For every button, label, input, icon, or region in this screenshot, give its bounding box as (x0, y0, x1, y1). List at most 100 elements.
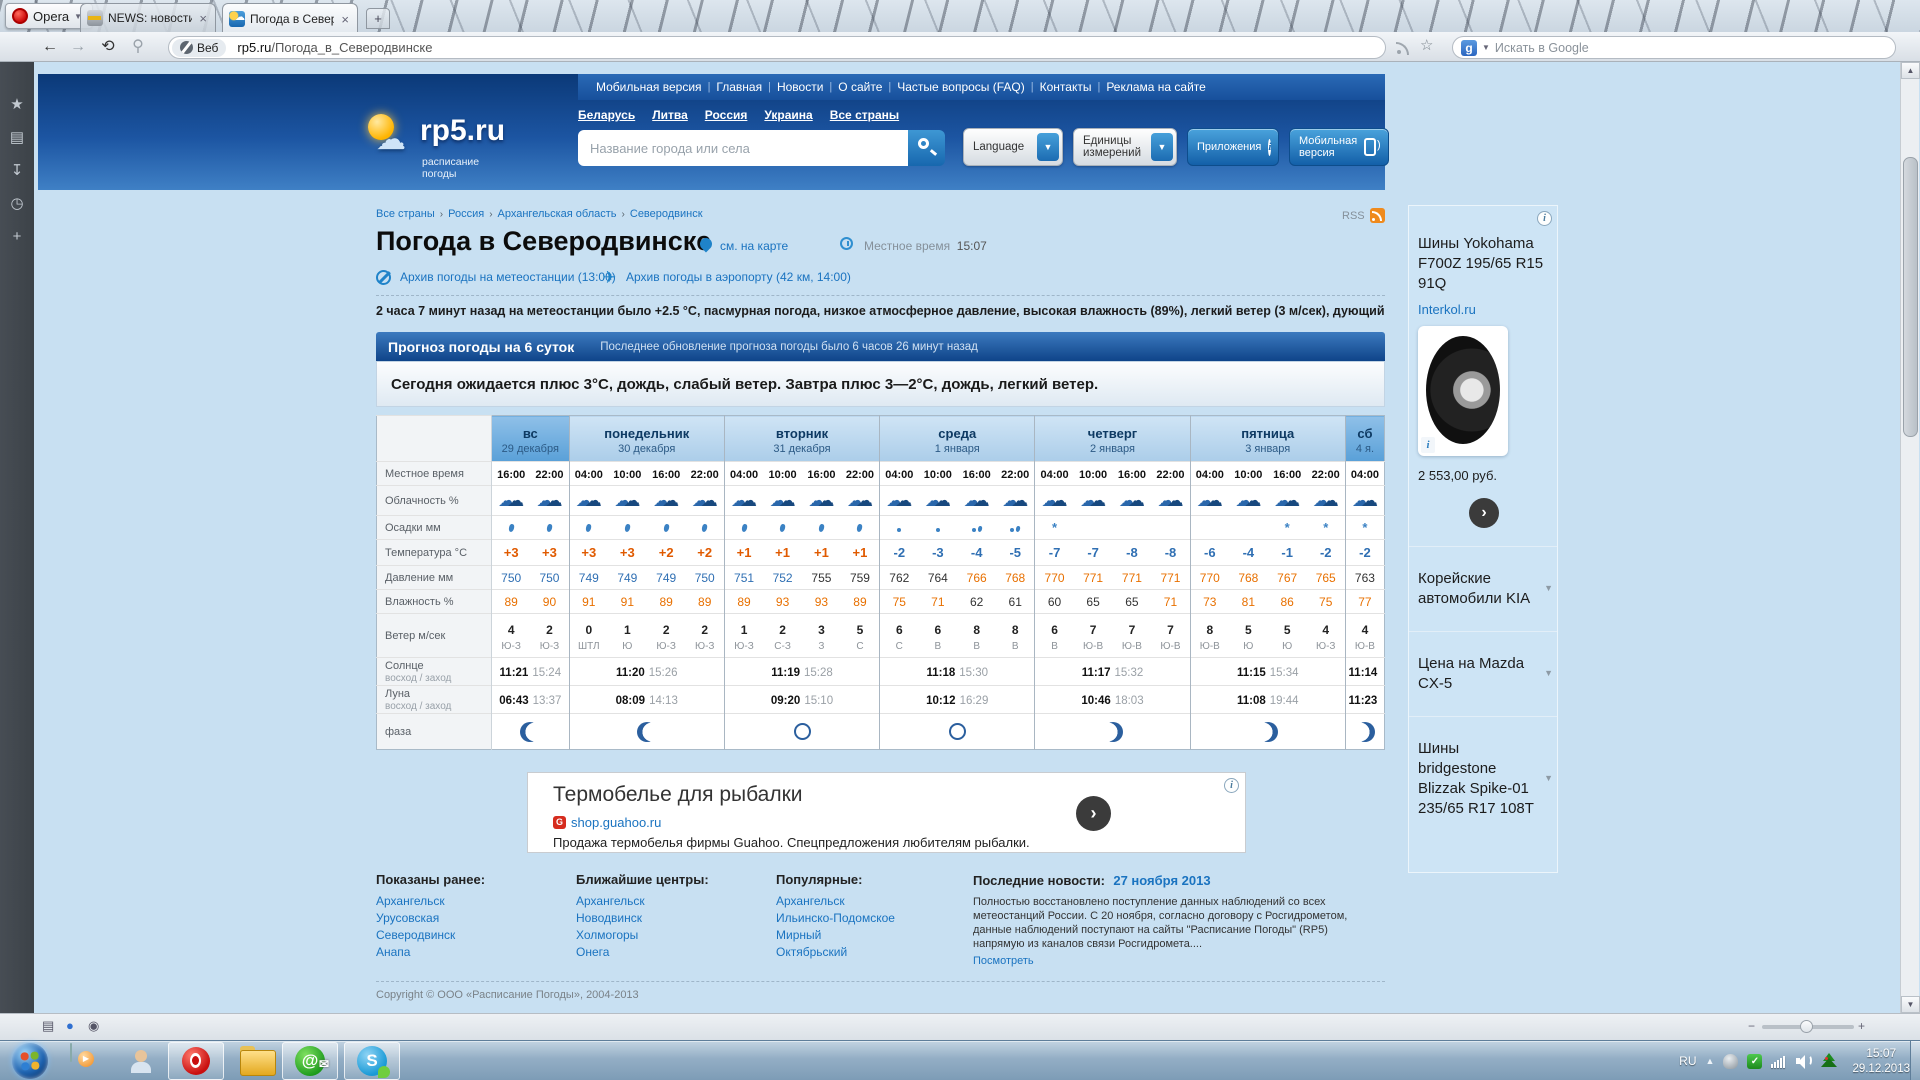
language-indicator[interactable]: RU (1679, 1054, 1696, 1068)
taskbar-mail-agent-button[interactable]: @ (282, 1042, 338, 1080)
breadcrumb-link[interactable]: Северодвинск (630, 208, 703, 220)
news-date-link[interactable]: 27 ноября 2013 (1113, 873, 1210, 888)
taskbar-media-player-icon[interactable] (70, 1043, 72, 1062)
rss-icon[interactable] (1396, 41, 1410, 55)
zoom-slider[interactable] (1762, 1025, 1854, 1029)
zoom-in-icon[interactable]: + (1858, 1019, 1865, 1033)
airport-archive-link[interactable]: Архив погоды в аэропорту (42 км, 14:00) (626, 270, 851, 284)
sidebar-ad-item[interactable]: Цена на Mazda CX-5▼ (1409, 631, 1557, 716)
tray-expand-icon[interactable]: ▲ (1706, 1056, 1715, 1066)
bookmarks-panel-icon[interactable]: ★ (0, 88, 34, 121)
web-search-field[interactable]: g ▼ (1452, 36, 1896, 59)
browser-tab[interactable]: Погода в Северо...× (222, 3, 358, 34)
footer-link[interactable]: Анапа (376, 944, 576, 961)
network-signal-icon[interactable] (1771, 1055, 1787, 1068)
zoom-slider-thumb[interactable] (1800, 1020, 1813, 1033)
rss-icon[interactable] (1370, 208, 1385, 223)
top-menu-item[interactable]: Мобильная версия (596, 80, 702, 94)
banner-link[interactable]: shop.guahoo.ru (571, 815, 661, 830)
footer-link[interactable]: Урусовская (376, 910, 576, 927)
site-search-field[interactable] (578, 130, 908, 166)
mobile-version-button[interactable]: Мобильная версия (1289, 128, 1389, 166)
country-link[interactable]: Все страны (830, 108, 899, 122)
sidebar-ad-item[interactable]: Корейские автомобили KIA▼ (1409, 546, 1557, 631)
breadcrumb-link[interactable]: Все страны (376, 208, 435, 220)
site-search-input[interactable] (590, 141, 896, 156)
top-menu-item[interactable]: Главная (716, 80, 762, 94)
footer-link[interactable]: Архангельск (776, 893, 976, 910)
station-archive-link[interactable]: Архив погоды на метеостанции (13:00) (400, 270, 616, 284)
tray-app-icon[interactable] (1821, 1053, 1837, 1069)
new-tab-button[interactable]: + (366, 8, 390, 29)
footer-link[interactable]: Архангельск (576, 893, 776, 910)
country-link[interactable]: Беларусь (578, 108, 635, 122)
language-dropdown[interactable]: Language ▼ (963, 128, 1063, 166)
taskbar-skype-button[interactable]: S (344, 1042, 400, 1080)
vertical-scrollbar[interactable]: ▲ ▼ (1900, 62, 1919, 1013)
chevron-down-icon[interactable]: ▼ (1037, 133, 1059, 161)
day-header[interactable]: вторник31 декабря (724, 416, 879, 462)
info-icon[interactable]: i (1421, 437, 1435, 453)
notes-panel-icon[interactable]: ▤ (0, 121, 34, 154)
taskbar-clock[interactable]: 15:07 29.12.2013 (1852, 1046, 1910, 1077)
back-button[interactable]: ← (38, 36, 62, 58)
tire-image[interactable]: i (1418, 326, 1508, 456)
day-header[interactable]: понедельник30 декабря (569, 416, 724, 462)
country-link[interactable]: Литва (652, 108, 688, 122)
turbo-icon[interactable]: ◉ (88, 1018, 99, 1034)
banner-link-row[interactable]: G shop.guahoo.ru (553, 815, 661, 830)
sync-status-icon[interactable]: ● (66, 1018, 74, 1033)
country-link[interactable]: Украина (764, 108, 812, 122)
sidebar-ad-title[interactable]: Шины Yokohama F700Z 195/65 R15 91Q (1418, 234, 1550, 294)
tray-mouse-icon[interactable] (1723, 1054, 1738, 1069)
site-logo[interactable]: rp5.ru (420, 114, 505, 148)
arrow-right-icon[interactable]: › (1469, 498, 1499, 528)
banner-ad[interactable]: i Термобелье для рыбалки G shop.guahoo.r… (527, 772, 1246, 853)
url-field[interactable]: Веб rp5.ru/Погода_в_Северодвинске (168, 36, 1386, 59)
news-more-link[interactable]: Посмотреть (973, 955, 1034, 967)
footer-link[interactable]: Холмогоры (576, 927, 776, 944)
sidebar-ad-link[interactable]: Interkol.ru (1418, 302, 1476, 317)
map-link[interactable]: см. на карте (720, 239, 788, 253)
top-menu-item[interactable]: Частые вопросы (FAQ) (897, 80, 1025, 94)
start-button[interactable] (12, 1043, 48, 1079)
scrollbar-thumb[interactable] (1903, 157, 1918, 437)
day-header[interactable]: среда1 января (880, 416, 1035, 462)
footer-link[interactable]: Северодвинск (376, 927, 576, 944)
security-badge[interactable]: Веб (172, 39, 226, 57)
taskbar-opera-button[interactable] (168, 1042, 224, 1080)
web-search-input[interactable] (1495, 41, 1887, 55)
footer-link[interactable]: Мирный (776, 927, 976, 944)
day-header[interactable]: вс29 декабря (492, 416, 570, 462)
day-header[interactable]: сб4 я. (1345, 416, 1384, 462)
top-menu-item[interactable]: Контакты (1040, 80, 1092, 94)
footer-link[interactable]: Октябрьский (776, 944, 976, 961)
key-icon[interactable]: ⚲ (126, 36, 150, 58)
chevron-down-icon[interactable]: ▼ (1482, 43, 1490, 52)
chevron-down-icon[interactable]: ▼ (1151, 133, 1173, 161)
scroll-down-icon[interactable]: ▼ (1901, 996, 1920, 1013)
units-dropdown[interactable]: Единицы измерений ▼ (1073, 128, 1177, 166)
footer-link[interactable]: Архангельск (376, 893, 576, 910)
sidebar-ad-item[interactable]: Шины bridgestone Blizzak Spike-01 235/65… (1409, 716, 1557, 841)
panel-toggle-icon[interactable]: ▤ (42, 1018, 54, 1034)
footer-link[interactable]: Онега (576, 944, 776, 961)
site-search-button[interactable] (908, 130, 945, 166)
volume-icon[interactable] (1796, 1054, 1812, 1068)
apps-button[interactable]: Приложения i (1187, 128, 1279, 166)
footer-link[interactable]: Новодвинск (576, 910, 776, 927)
tray-antivirus-icon[interactable]: ✓ (1747, 1054, 1762, 1069)
info-icon[interactable]: i (1224, 778, 1239, 793)
tab-close-icon[interactable]: × (197, 11, 209, 26)
add-panel-icon[interactable]: + (0, 220, 34, 253)
day-header[interactable]: четверг2 января (1035, 416, 1190, 462)
rp5-logo-icon[interactable]: ☁ (366, 112, 418, 152)
top-menu-item[interactable]: Реклама на сайте (1106, 80, 1206, 94)
country-link[interactable]: Россия (705, 108, 748, 122)
tab-close-icon[interactable]: × (339, 12, 351, 27)
reload-button[interactable]: ⟲ (96, 36, 120, 58)
breadcrumb-link[interactable]: Архангельская область (498, 208, 617, 220)
downloads-panel-icon[interactable]: ↧ (0, 154, 34, 187)
zoom-out-icon[interactable]: − (1748, 1019, 1755, 1033)
info-icon[interactable]: i (1537, 211, 1552, 226)
